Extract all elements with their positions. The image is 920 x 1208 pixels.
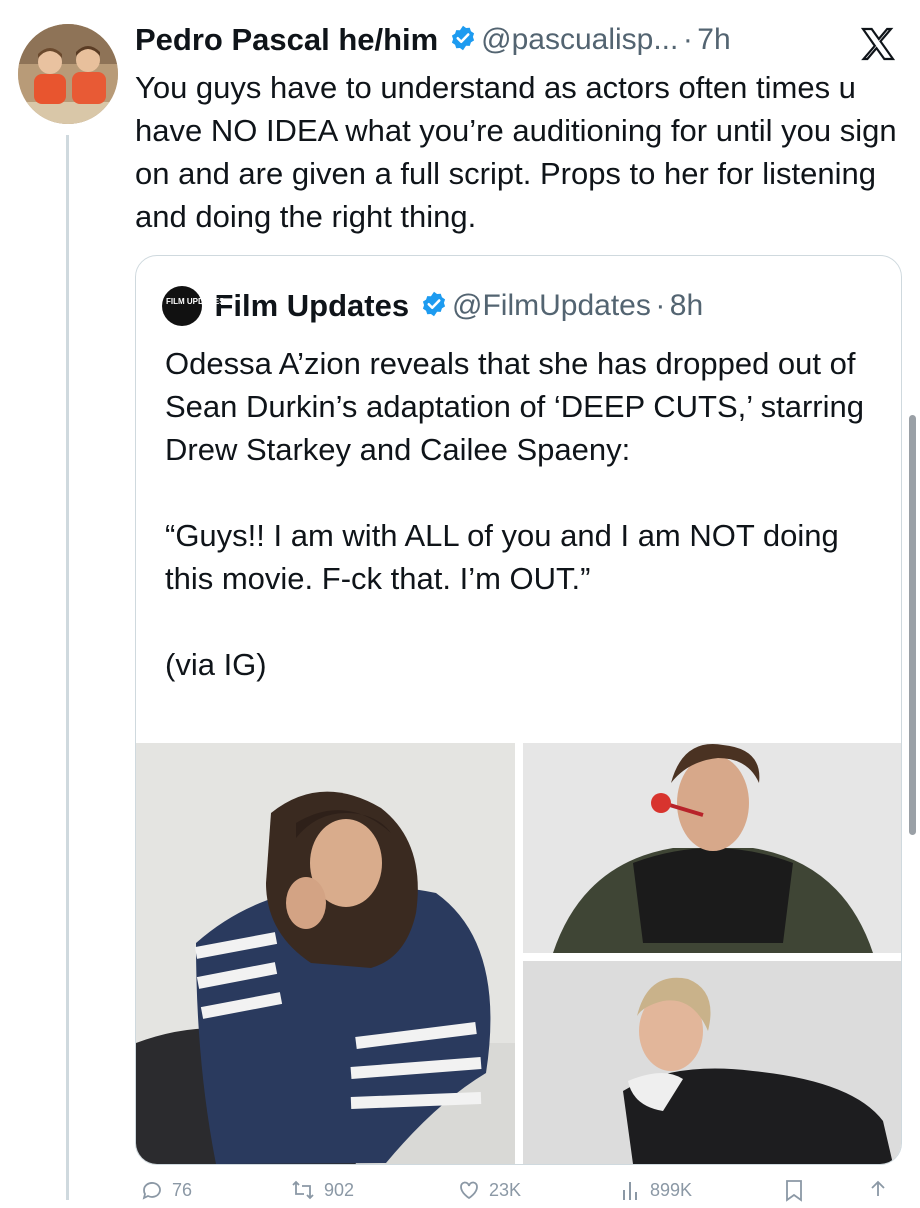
photo-woman-striped-sweater bbox=[136, 743, 515, 1164]
photo-man-with-flower bbox=[523, 743, 901, 953]
reply-icon bbox=[142, 1182, 161, 1200]
quote-header: FILM UPDATES Film Updates @FilmUpdates ·… bbox=[162, 286, 703, 326]
avatar-photo bbox=[18, 24, 118, 124]
bookmark-button[interactable] bbox=[783, 1178, 805, 1202]
separator-dot: · bbox=[682, 23, 693, 56]
views-count: 899K bbox=[650, 1179, 693, 1200]
share-button[interactable] bbox=[867, 1178, 889, 1202]
x-logo-icon bbox=[858, 24, 898, 69]
tweet-text: You guys have to understand as actors of… bbox=[135, 70, 897, 234]
retweet-button[interactable]: 902 bbox=[290, 1178, 354, 1202]
quote-handle[interactable]: @FilmUpdates bbox=[452, 289, 651, 322]
views-icon bbox=[623, 1182, 637, 1200]
quote-author-name[interactable]: Film Updates bbox=[214, 288, 409, 323]
reply-count: 76 bbox=[172, 1179, 193, 1200]
quoted-tweet[interactable]: FILM UPDATES Film Updates @FilmUpdates ·… bbox=[135, 255, 902, 1165]
reply-button[interactable]: 76 bbox=[140, 1178, 192, 1202]
thread-line bbox=[66, 135, 69, 1200]
views-button[interactable]: 899K bbox=[620, 1178, 692, 1202]
media-image-left[interactable] bbox=[136, 743, 515, 1164]
photo-woman-dark-dress bbox=[523, 961, 901, 1164]
quote-time[interactable]: 8h bbox=[670, 289, 703, 322]
quote-avatar[interactable]: FILM UPDATES bbox=[162, 286, 225, 326]
tweet-header: Pedro Pascal he/him @pascualisp... · 7h bbox=[135, 22, 900, 62]
retweet-icon bbox=[292, 1180, 314, 1200]
share-icon bbox=[871, 1180, 885, 1196]
quote-text: Odessa A’zion reveals that she has dropp… bbox=[165, 342, 865, 729]
author-handle[interactable]: @pascualisp... bbox=[481, 23, 678, 56]
scrollbar[interactable] bbox=[909, 415, 916, 835]
quote-paragraph: (via IG) bbox=[165, 647, 267, 682]
verified-badge-icon bbox=[420, 290, 448, 323]
separator-dot: · bbox=[655, 289, 666, 322]
quote-avatar-text: FILM UPDATES bbox=[166, 297, 225, 306]
tweet-time[interactable]: 7h bbox=[697, 23, 730, 56]
media-image-top-right[interactable] bbox=[523, 743, 901, 953]
like-button[interactable]: 23K bbox=[457, 1178, 521, 1202]
retweet-count: 902 bbox=[324, 1179, 355, 1200]
author-name[interactable]: Pedro Pascal he/him bbox=[135, 22, 438, 57]
like-count: 23K bbox=[489, 1179, 522, 1200]
bookmark-icon bbox=[786, 1180, 802, 1202]
verified-badge-icon bbox=[449, 24, 477, 57]
heart-icon bbox=[460, 1181, 478, 1200]
media-image-bottom-right[interactable] bbox=[523, 961, 901, 1164]
media-grid bbox=[136, 743, 901, 1164]
avatar[interactable] bbox=[18, 24, 118, 124]
quote-paragraph: “Guys!! I am with ALL of you and I am NO… bbox=[165, 518, 839, 596]
tweet-actions: 76 902 23K 899K bbox=[135, 1178, 895, 1208]
quote-paragraph: Odessa A’zion reveals that she has dropp… bbox=[165, 346, 864, 467]
